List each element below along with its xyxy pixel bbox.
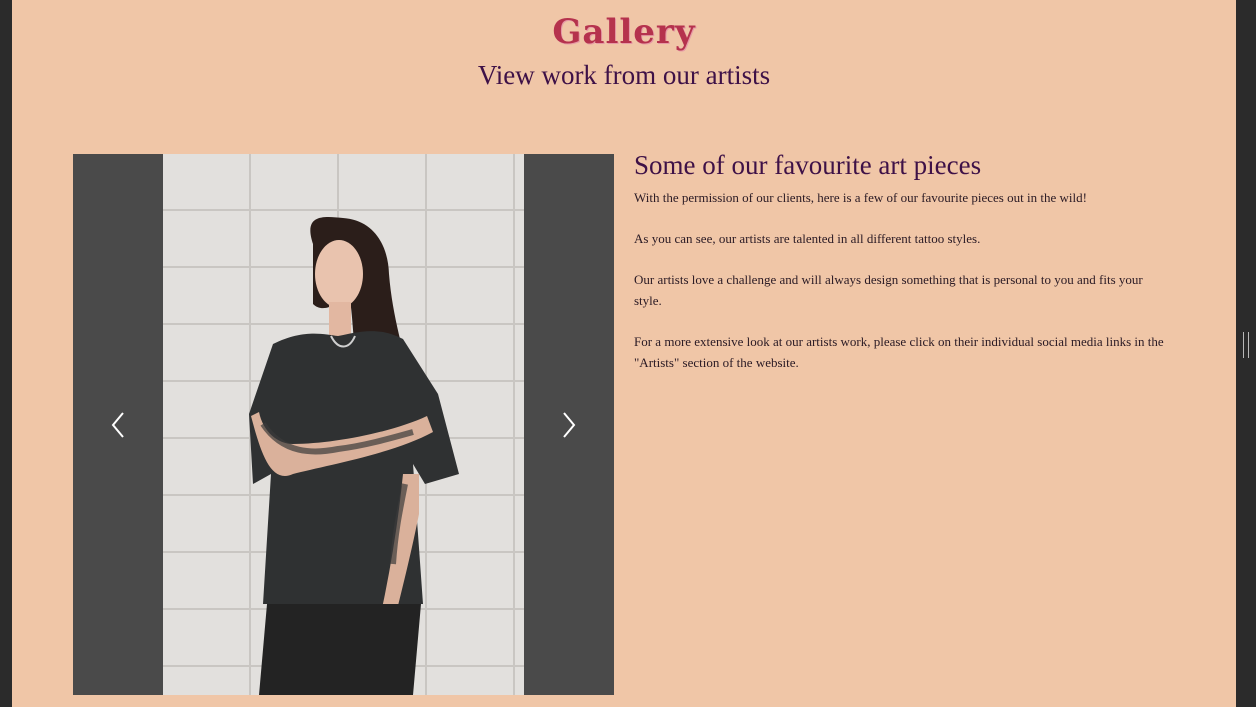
page-subtitle: View work from our artists: [477, 60, 771, 90]
page-title: Gallery: [552, 12, 696, 52]
chevron-left-icon: [111, 411, 124, 438]
chevron-right-icon: [563, 411, 576, 438]
section-heading: Some of our favourite art pieces: [634, 150, 982, 180]
paragraph-permission: With the permission of our clients, here…: [634, 190, 1087, 205]
carousel-next-button[interactable]: [524, 154, 614, 695]
paragraph-social-links: For a more extensive look at our artists…: [634, 334, 1164, 370]
paragraph-styles: As you can see, our artists are talented…: [634, 231, 981, 246]
tattooed-woman-photo: [249, 217, 459, 695]
image-carousel: [73, 154, 614, 695]
carousel-image: [163, 154, 524, 695]
gallery-description: Some of our favourite art pieces With th…: [634, 150, 1164, 393]
carousel-prev-button[interactable]: [73, 154, 163, 695]
resize-handle[interactable]: [1243, 332, 1249, 358]
gallery-section: Gallery View work from our artists Some …: [12, 0, 1236, 707]
paragraph-challenge: Our artists love a challenge and will al…: [634, 272, 1143, 308]
